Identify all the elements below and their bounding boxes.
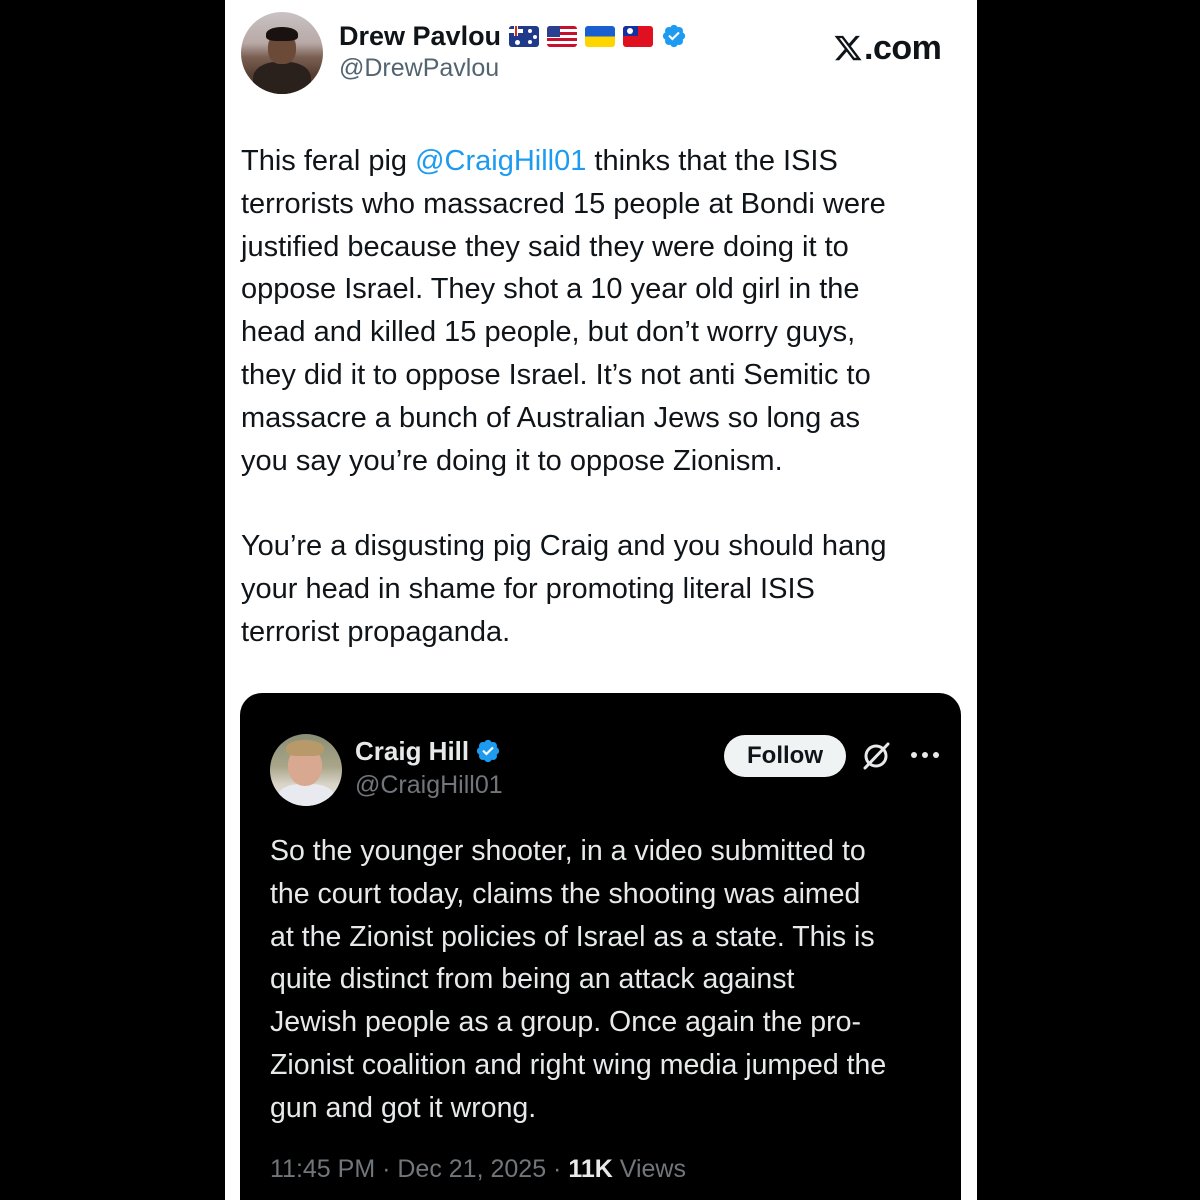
avatar-hair [286, 740, 324, 756]
tweet-screenshot-panel: Drew Pavlou @DrewPavlou .com This feral … [225, 0, 977, 1200]
quote-date[interactable]: Dec 21, 2025 [397, 1155, 546, 1183]
verified-badge-icon [662, 24, 686, 48]
x-com-domain: .com [864, 28, 942, 67]
quote-author-avatar[interactable] [270, 734, 342, 806]
quote-author-handle[interactable]: @CraigHill01 [355, 771, 503, 800]
tweet-text-rest: thinks that the ISIS terrorists who mass… [241, 145, 887, 648]
avatar-hair [266, 27, 298, 41]
tweet-body: This feral pig @CraigHill01 thinks that … [241, 140, 953, 654]
x-com-watermark: .com [833, 28, 942, 68]
quote-body: So the younger shooter, in a video submi… [270, 835, 887, 1124]
usa-flag-icon [547, 25, 578, 47]
ukraine-flag-icon [585, 25, 616, 47]
meta-separator: · [375, 1155, 398, 1183]
avatar-shirt [278, 784, 334, 806]
author-handle[interactable]: @DrewPavlou [339, 54, 499, 83]
author-name-row: Drew Pavlou [339, 18, 687, 54]
mention-link[interactable]: @CraigHill01 [415, 145, 586, 177]
tweet-text-start: This feral pig [241, 145, 416, 177]
quote-name-row: Craig Hill [355, 734, 501, 768]
author-avatar[interactable] [241, 12, 323, 94]
meta-separator: · [546, 1155, 569, 1183]
views-count: 11K [568, 1155, 613, 1183]
quote-display-name[interactable]: Craig Hill [355, 736, 469, 767]
quote-meta: 11:45 PM · Dec 21, 2025 · 11K Views [270, 1155, 686, 1184]
quote-time[interactable]: 11:45 PM [270, 1155, 375, 1183]
australia-flag-icon [509, 25, 540, 47]
follow-button[interactable]: Follow [724, 735, 846, 777]
taiwan-flag-icon [623, 25, 654, 47]
views-label: Views [612, 1155, 686, 1183]
more-options-icon[interactable] [908, 745, 942, 765]
avatar-body [253, 62, 311, 94]
x-logo-icon [834, 35, 862, 61]
grok-icon[interactable] [860, 740, 892, 772]
author-display-name[interactable]: Drew Pavlou [339, 21, 501, 52]
verified-badge-icon [477, 739, 500, 763]
quoted-tweet-card[interactable]: Craig Hill @CraigHill01 Follow So the yo… [240, 693, 961, 1200]
